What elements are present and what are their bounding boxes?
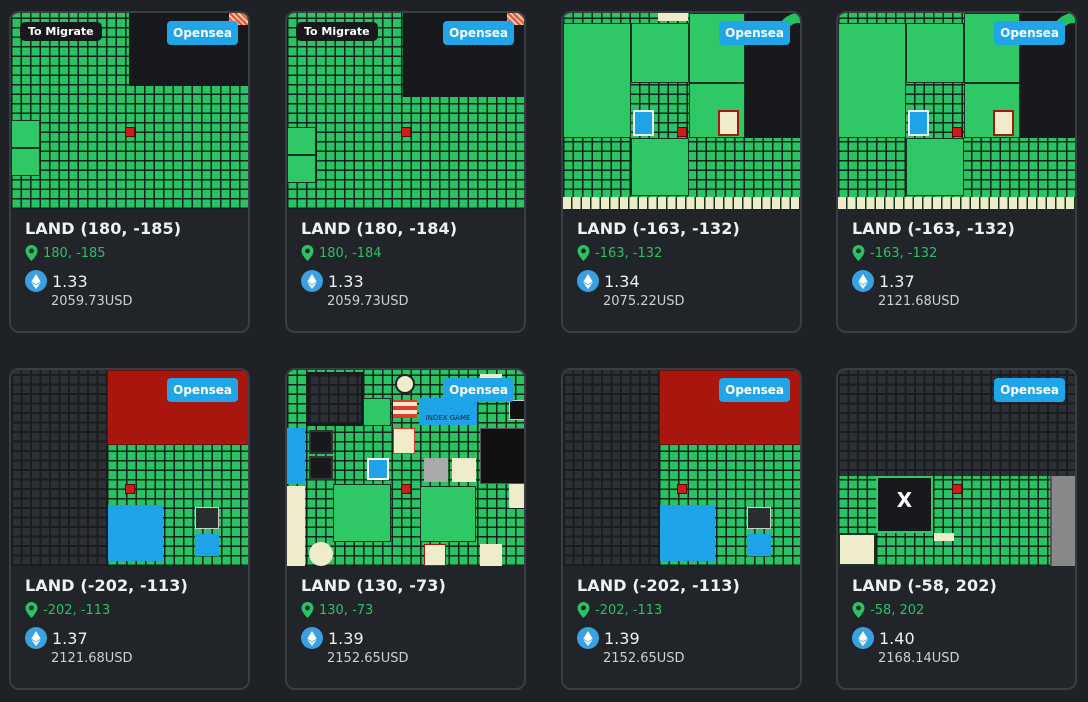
coordinates-text: -163, -132: [595, 245, 663, 261]
usd-price: 2168.14USD: [878, 651, 960, 666]
eth-value: 1.40: [879, 628, 915, 648]
usd-price: 2152.65USD: [603, 651, 685, 666]
location-pin-icon: [852, 602, 865, 618]
land-coordinates: 180, -184: [301, 245, 514, 261]
land-card[interactable]: Opensea LAND (-163, -132) -163, -132 1.3…: [561, 11, 802, 333]
location-pin-icon: [852, 245, 865, 261]
coordinates-text: -202, -113: [595, 602, 663, 618]
land-title: LAND (-202, -113): [25, 576, 188, 595]
coordinates-text: -58, 202: [870, 602, 925, 618]
eth-price: 1.40: [852, 627, 1065, 649]
ethereum-icon: [25, 270, 47, 292]
land-coordinates: -58, 202: [852, 602, 1065, 618]
eth-value: 1.34: [604, 271, 640, 291]
land-card[interactable]: To Migrate Opensea LAND (180, -184) 180,…: [285, 11, 526, 333]
land-card[interactable]: INDEX GAME Opensea LAND (130, -73) 130, …: [285, 368, 526, 690]
eth-value: 1.33: [52, 271, 88, 291]
land-title: LAND (-163, -132): [577, 219, 740, 238]
land-card[interactable]: Opensea LAND (-202, -113) -202, -113 1.3…: [9, 368, 250, 690]
usd-price: 2059.73USD: [51, 294, 133, 309]
eth-value: 1.39: [604, 628, 640, 648]
land-title: LAND (180, -184): [301, 219, 458, 238]
land-title: LAND (-163, -132): [852, 219, 1015, 238]
ethereum-icon: [577, 627, 599, 649]
location-pin-icon: [25, 602, 38, 618]
eth-price: 1.39: [301, 627, 514, 649]
land-card[interactable]: To Migrate Opensea LAND (180, -185) 180,…: [9, 11, 250, 333]
land-card[interactable]: X Opensea LAND (-58, 202) -58, 202 1.40 …: [836, 368, 1077, 690]
opensea-button[interactable]: Opensea: [167, 378, 238, 402]
land-title: LAND (-202, -113): [577, 576, 740, 595]
opensea-button[interactable]: Opensea: [167, 21, 238, 45]
eth-price: 1.33: [301, 270, 514, 292]
location-pin-icon: [577, 245, 590, 261]
eth-price: 1.37: [25, 627, 238, 649]
eth-price: 1.33: [25, 270, 238, 292]
ethereum-icon: [577, 270, 599, 292]
to-migrate-badge: To Migrate: [20, 22, 102, 41]
location-pin-icon: [577, 602, 590, 618]
eth-price: 1.37: [852, 270, 1065, 292]
opensea-button[interactable]: Opensea: [719, 378, 790, 402]
eth-value: 1.39: [328, 628, 364, 648]
eth-price: 1.39: [577, 627, 790, 649]
coordinates-text: 130, -73: [319, 602, 374, 618]
land-coordinates: -163, -132: [577, 245, 790, 261]
index-game-label: INDEX GAME: [425, 414, 471, 422]
land-title: LAND (180, -185): [25, 219, 182, 238]
x-tile-label: X: [896, 488, 913, 512]
coordinates-text: -163, -132: [870, 245, 938, 261]
opensea-button[interactable]: Opensea: [994, 378, 1065, 402]
usd-price: 2075.22USD: [603, 294, 685, 309]
location-pin-icon: [25, 245, 38, 261]
ethereum-icon: [852, 627, 874, 649]
land-title: LAND (-58, 202): [852, 576, 997, 595]
land-card[interactable]: Opensea LAND (-202, -113) -202, -113 1.3…: [561, 368, 802, 690]
usd-price: 2059.73USD: [327, 294, 409, 309]
eth-value: 1.33: [328, 271, 364, 291]
usd-price: 2121.68USD: [878, 294, 960, 309]
land-coordinates: -202, -113: [577, 602, 790, 618]
land-coordinates: -163, -132: [852, 245, 1065, 261]
usd-price: 2152.65USD: [327, 651, 409, 666]
location-pin-icon: [301, 602, 314, 618]
opensea-button[interactable]: Opensea: [719, 21, 790, 45]
ethereum-icon: [25, 627, 47, 649]
coordinates-text: 180, -184: [319, 245, 382, 261]
land-card[interactable]: Opensea LAND (-163, -132) -163, -132 1.3…: [836, 11, 1077, 333]
coordinates-text: 180, -185: [43, 245, 106, 261]
land-coordinates: 180, -185: [25, 245, 238, 261]
opensea-button[interactable]: Opensea: [443, 378, 514, 402]
eth-value: 1.37: [52, 628, 88, 648]
ethereum-icon: [301, 627, 323, 649]
ethereum-icon: [852, 270, 874, 292]
land-title: LAND (130, -73): [301, 576, 446, 595]
ethereum-icon: [301, 270, 323, 292]
usd-price: 2121.68USD: [51, 651, 133, 666]
coordinates-text: -202, -113: [43, 602, 111, 618]
land-coordinates: 130, -73: [301, 602, 514, 618]
opensea-button[interactable]: Opensea: [443, 21, 514, 45]
land-coordinates: -202, -113: [25, 602, 238, 618]
opensea-button[interactable]: Opensea: [994, 21, 1065, 45]
eth-value: 1.37: [879, 271, 915, 291]
to-migrate-badge: To Migrate: [296, 22, 378, 41]
location-pin-icon: [301, 245, 314, 261]
eth-price: 1.34: [577, 270, 790, 292]
